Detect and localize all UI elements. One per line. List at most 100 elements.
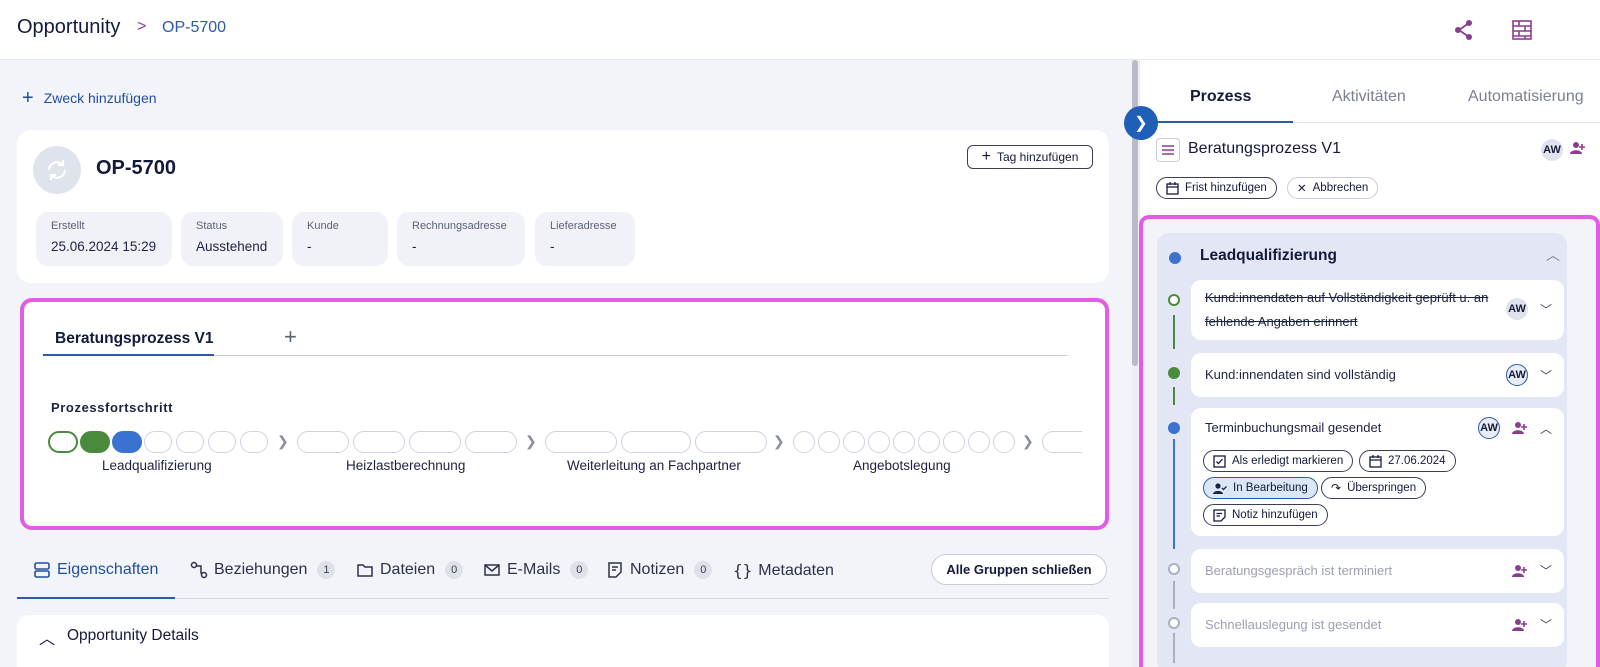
assignee-avatar[interactable]: AW bbox=[1505, 364, 1528, 386]
in-progress-button[interactable]: In Bearbeitung bbox=[1203, 477, 1318, 499]
progress-step bbox=[793, 431, 815, 453]
chip-label: 27.06.2024 bbox=[1388, 455, 1446, 467]
info-billing-address: Rechnungsadresse - bbox=[397, 212, 525, 266]
assignee-avatar[interactable]: AW bbox=[1541, 139, 1563, 161]
process-step[interactable]: Kund:innendaten auf Vollständigkeit gepr… bbox=[1191, 280, 1564, 340]
active-tab-indicator bbox=[1140, 121, 1293, 123]
process-progress-card: Beratungsprozess V1 + Prozessfortschritt… bbox=[20, 298, 1109, 530]
step-text: Terminbuchungsmail gesendet bbox=[1205, 420, 1382, 435]
assign-user-icon[interactable] bbox=[1511, 617, 1528, 633]
timeline-line bbox=[1173, 315, 1175, 349]
tab-eigenschaften[interactable]: Eigenschaften bbox=[33, 561, 158, 579]
progress-step bbox=[868, 431, 890, 453]
process-step[interactable]: Kund:innendaten sind vollständig AW ﹀ bbox=[1191, 353, 1564, 397]
process-step[interactable]: Schnellauslegung ist gesendet ﹀ bbox=[1191, 603, 1564, 647]
opportunity-header-card: OP-5700 + Tag hinzufügen Erstellt 25.06.… bbox=[17, 130, 1109, 283]
info-label: Erstellt bbox=[51, 220, 85, 232]
detail-tabs: Eigenschaften Beziehungen 1 Dateien 0 E-… bbox=[17, 550, 1109, 600]
group-title: Opportunity Details bbox=[67, 627, 199, 644]
stage-label: Leadqualifizierung bbox=[102, 458, 212, 473]
info-delivery-address: Lieferadresse - bbox=[535, 212, 635, 266]
tab-prozess[interactable]: Prozess bbox=[1190, 88, 1251, 106]
chevron-right-icon: ❯ bbox=[1134, 115, 1148, 132]
main-scrollbar[interactable] bbox=[1132, 60, 1138, 667]
progress-step bbox=[465, 431, 517, 453]
tab-label: Metadaten bbox=[758, 561, 834, 579]
skip-button[interactable]: ↷ Überspringen bbox=[1321, 477, 1427, 499]
assign-user-icon[interactable] bbox=[1570, 140, 1586, 159]
tab-label: E-Mails bbox=[507, 561, 561, 578]
process-step[interactable]: Beratungsgespräch ist terminiert ﹀ bbox=[1191, 549, 1564, 593]
tab-aktivitaeten[interactable]: Aktivitäten bbox=[1332, 88, 1406, 106]
cancel-button[interactable]: ✕ Abbrechen bbox=[1287, 177, 1379, 199]
tab-label: Dateien bbox=[380, 561, 436, 578]
tab-beratungsprozess[interactable]: Beratungsprozess V1 bbox=[55, 330, 214, 348]
info-status: Status Ausstehend bbox=[181, 212, 283, 266]
chevron-down-icon[interactable]: ﹀ bbox=[1540, 562, 1552, 579]
mark-done-button[interactable]: Als erledigt markieren bbox=[1203, 450, 1354, 472]
assign-user-icon[interactable] bbox=[1511, 563, 1528, 579]
due-date-button[interactable]: 27.06.2024 bbox=[1359, 450, 1456, 472]
close-all-groups-button[interactable]: Alle Gruppen schließen bbox=[931, 554, 1107, 585]
tab-notizen[interactable]: Notizen 0 bbox=[606, 561, 713, 579]
step-text: Beratungsgespräch ist terminiert bbox=[1205, 563, 1393, 578]
chip-label: Notiz hinzufügen bbox=[1232, 509, 1318, 521]
count-badge: 0 bbox=[694, 561, 713, 579]
tab-dateien[interactable]: Dateien 0 bbox=[356, 561, 464, 579]
tab-label: Eigenschaften bbox=[57, 561, 159, 578]
chevron-down-icon[interactable]: ﹀ bbox=[1540, 301, 1552, 318]
tab-label: Beziehungen bbox=[214, 561, 308, 578]
add-tag-button[interactable]: + Tag hinzufügen bbox=[967, 145, 1093, 169]
top-bar: Opportunity > OP-5700 bbox=[0, 0, 1600, 60]
info-label: Rechnungsadresse bbox=[412, 220, 507, 232]
redo-icon: ↷ bbox=[1331, 481, 1342, 495]
chevron-up-icon[interactable]: ︿ bbox=[1546, 245, 1560, 265]
chevron-down-icon[interactable]: ﹀ bbox=[1540, 367, 1552, 384]
tab-emails[interactable]: E-Mails 0 bbox=[483, 561, 589, 579]
progress-step bbox=[1042, 431, 1082, 453]
assignee-avatar[interactable]: AW bbox=[1505, 298, 1528, 320]
add-purpose-label: Zweck hinzufügen bbox=[43, 90, 157, 106]
share-icon[interactable] bbox=[1450, 16, 1478, 44]
tab-automatisierung[interactable]: Automatisierung bbox=[1468, 88, 1584, 106]
tab-divider bbox=[214, 355, 1067, 356]
add-deadline-button[interactable]: Frist hinzufügen bbox=[1156, 177, 1277, 199]
collapse-panel-button[interactable]: ❯ bbox=[1124, 106, 1158, 140]
assignee-avatar[interactable]: AW bbox=[1477, 417, 1500, 439]
step-status-open bbox=[1168, 563, 1180, 575]
progress-step bbox=[918, 431, 940, 453]
plus-icon: + bbox=[22, 87, 34, 109]
info-value: - bbox=[412, 239, 417, 254]
progress-step bbox=[297, 431, 349, 453]
chevron-up-icon[interactable]: ︿ bbox=[39, 625, 55, 649]
stage-leadqualifizierung: Leadqualifizierung ︿ Kund:innendaten auf… bbox=[1157, 233, 1567, 667]
process-side-panel: Prozess Aktivitäten Automatisierung Bera… bbox=[1139, 60, 1600, 667]
process-flow-header: Beratungsprozess V1 AW bbox=[1156, 138, 1586, 162]
progress-step-done bbox=[48, 431, 78, 453]
step-status-open bbox=[1168, 617, 1180, 629]
add-purpose-button[interactable]: + Zweck hinzufügen bbox=[22, 87, 157, 109]
progress-step bbox=[621, 431, 691, 453]
chip-label: In Bearbeitung bbox=[1233, 482, 1308, 494]
opportunity-details-group[interactable]: ︿ Opportunity Details bbox=[17, 615, 1109, 667]
tab-metadaten[interactable]: {} Metadaten bbox=[733, 561, 834, 580]
progress-step bbox=[353, 431, 405, 453]
step-status-current bbox=[1168, 422, 1180, 434]
info-value: - bbox=[307, 239, 312, 254]
process-step-expanded[interactable]: Terminbuchungsmail gesendet AW ︿ Als erl… bbox=[1191, 408, 1564, 536]
stage-label: Heizlastberechnung bbox=[346, 458, 466, 473]
info-value: - bbox=[550, 239, 555, 254]
chevron-up-icon[interactable]: ︿ bbox=[1540, 420, 1552, 437]
breadcrumb-root[interactable]: Opportunity bbox=[17, 16, 120, 39]
chevron-right-icon: ❯ bbox=[1022, 433, 1034, 449]
tab-beziehungen[interactable]: Beziehungen 1 bbox=[190, 561, 336, 579]
add-process-icon[interactable]: + bbox=[284, 324, 297, 350]
menu-icon[interactable] bbox=[1156, 138, 1180, 162]
assign-user-icon[interactable] bbox=[1511, 420, 1528, 436]
chevron-down-icon[interactable]: ﹀ bbox=[1540, 616, 1552, 633]
chip-label: Frist hinzufügen bbox=[1185, 182, 1267, 194]
add-note-button[interactable]: Notiz hinzufügen bbox=[1203, 504, 1328, 526]
opportunity-title: OP-5700 bbox=[96, 157, 177, 179]
progress-step bbox=[176, 431, 204, 453]
layout-grid-icon[interactable] bbox=[1508, 16, 1536, 44]
